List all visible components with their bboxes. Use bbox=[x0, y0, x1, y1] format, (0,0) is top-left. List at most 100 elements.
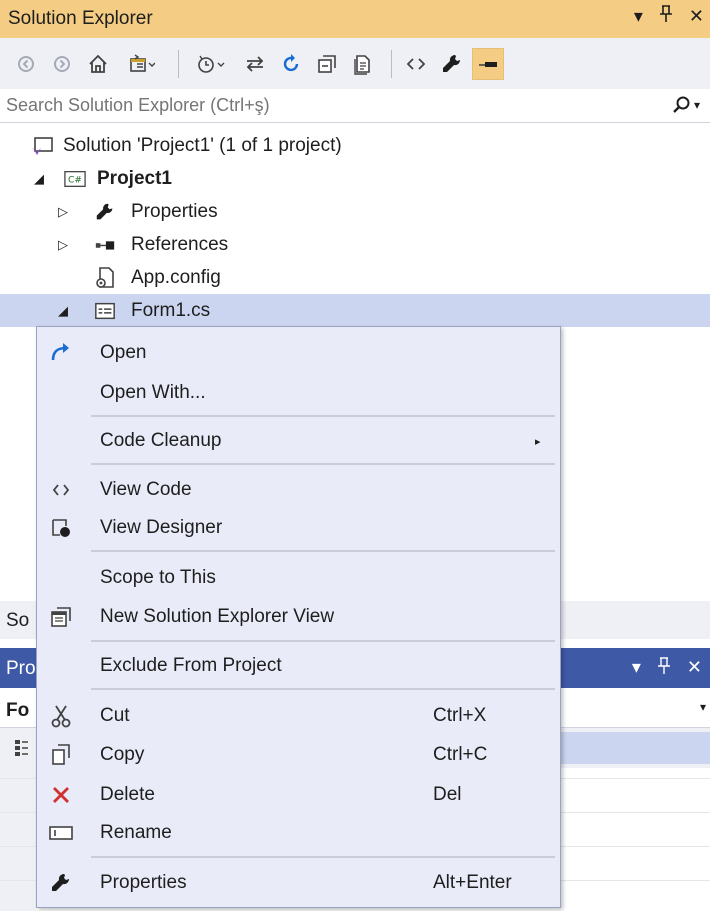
delete-x-icon bbox=[49, 783, 73, 807]
preview-icon bbox=[479, 61, 497, 67]
menu-item-copy[interactable]: Copy Ctrl+C bbox=[37, 736, 560, 774]
wrench-icon bbox=[49, 871, 73, 895]
collapse-all-icon bbox=[318, 54, 336, 73]
menu-item-label: Properties bbox=[100, 872, 187, 893]
rename-icon bbox=[49, 821, 73, 845]
menu-item-properties[interactable]: Properties Alt+Enter bbox=[37, 864, 560, 902]
menu-separator bbox=[91, 415, 555, 417]
open-arrow-icon bbox=[49, 341, 73, 365]
tree-item-properties[interactable]: ▷ Properties bbox=[0, 195, 710, 228]
panel-title: Solution Explorer bbox=[8, 8, 153, 29]
menu-item-shortcut: Ctrl+X bbox=[433, 705, 487, 726]
search-box: ▾ bbox=[0, 89, 710, 123]
switch-views-button[interactable] bbox=[118, 48, 166, 80]
auto-hide-pin-icon[interactable] bbox=[659, 5, 673, 28]
references-icon bbox=[94, 234, 116, 256]
menu-item-label: New Solution Explorer View bbox=[100, 606, 335, 627]
tree-item-solution[interactable]: Solution 'Project1' (1 of 1 project) bbox=[0, 129, 710, 162]
menu-item-label: Cut bbox=[100, 705, 130, 726]
close-icon[interactable]: ✕ bbox=[687, 657, 702, 680]
properties-grid-gutter bbox=[0, 768, 36, 911]
collapsed-arrow-icon[interactable]: ▷ bbox=[56, 237, 70, 252]
menu-item-view-designer[interactable]: View Designer bbox=[37, 509, 560, 547]
menu-item-label: Scope to This bbox=[100, 567, 216, 588]
window-position-dropdown-icon[interactable]: ▾ bbox=[634, 6, 643, 27]
categorized-icon[interactable] bbox=[14, 738, 34, 764]
chevron-down-icon[interactable]: ▾ bbox=[700, 700, 706, 714]
solution-explorer-titlebar: Solution Explorer ▾ ✕ bbox=[0, 0, 710, 38]
menu-item-scope-to-this[interactable]: Scope to This bbox=[37, 559, 560, 597]
sync-with-active-document-button[interactable] bbox=[239, 48, 271, 80]
scissors-icon bbox=[49, 704, 73, 728]
menu-separator bbox=[91, 550, 555, 552]
menu-item-cut[interactable]: Cut Ctrl+X bbox=[37, 697, 560, 735]
back-button[interactable] bbox=[10, 48, 42, 80]
menu-item-shortcut: Ctrl+C bbox=[433, 744, 488, 765]
wrench-icon bbox=[94, 201, 116, 223]
switch-views-icon bbox=[130, 53, 155, 72]
config-file-icon bbox=[94, 266, 116, 289]
menu-item-label: Open bbox=[100, 342, 147, 363]
properties-title: Pro bbox=[6, 658, 36, 679]
collapse-all-button[interactable] bbox=[311, 48, 343, 80]
menu-item-label: View Code bbox=[100, 479, 192, 500]
menu-item-rename[interactable]: Rename bbox=[37, 814, 560, 852]
show-all-files-button[interactable] bbox=[347, 48, 379, 80]
selected-object-name: Fo bbox=[6, 700, 30, 721]
pending-changes-filter-button[interactable] bbox=[187, 48, 235, 80]
toolbar-separator bbox=[178, 49, 179, 78]
wrench-icon bbox=[443, 54, 461, 72]
tree-item-label: References bbox=[131, 233, 229, 255]
menu-item-open[interactable]: Open bbox=[37, 334, 560, 372]
tree-item-label: Form1.cs bbox=[131, 299, 211, 321]
show-all-files-icon bbox=[354, 54, 370, 75]
menu-item-exclude-from-project[interactable]: Exclude From Project bbox=[37, 647, 560, 685]
close-icon[interactable]: ✕ bbox=[689, 6, 704, 27]
menu-item-open-with[interactable]: Open With... bbox=[37, 374, 560, 412]
menu-item-label: Code Cleanup bbox=[100, 430, 222, 451]
tree-item-form1-cs[interactable]: ◢ Form1.cs bbox=[0, 294, 710, 327]
menu-separator bbox=[91, 856, 555, 858]
home-button[interactable] bbox=[82, 48, 114, 80]
forward-button[interactable] bbox=[46, 48, 78, 80]
menu-item-view-code[interactable]: View Code bbox=[37, 471, 560, 509]
search-options[interactable]: ▾ bbox=[672, 95, 700, 115]
menu-separator bbox=[91, 640, 555, 642]
menu-item-shortcut: Alt+Enter bbox=[433, 872, 512, 893]
tree-item-label: Solution 'Project1' (1 of 1 project) bbox=[63, 134, 342, 156]
clock-filter-icon bbox=[198, 55, 225, 73]
expanded-arrow-icon[interactable]: ◢ bbox=[56, 303, 70, 318]
properties-toolbar-button[interactable] bbox=[436, 48, 468, 80]
window-position-dropdown-icon[interactable]: ▾ bbox=[632, 657, 641, 680]
menu-item-new-solution-explorer-view[interactable]: New Solution Explorer View bbox=[37, 598, 560, 636]
menu-item-label: View Designer bbox=[100, 517, 223, 538]
svg-text:C#: C# bbox=[68, 174, 82, 185]
new-view-icon bbox=[49, 605, 73, 629]
menu-item-delete[interactable]: Delete Del bbox=[37, 776, 560, 814]
search-icon bbox=[673, 96, 690, 113]
solution-icon bbox=[32, 135, 54, 157]
submenu-arrow-icon: ▸ bbox=[535, 435, 541, 448]
collapsed-arrow-icon[interactable]: ▷ bbox=[56, 204, 70, 219]
menu-separator bbox=[91, 688, 555, 690]
preview-selected-items-button[interactable] bbox=[472, 47, 504, 80]
search-input[interactable] bbox=[0, 90, 640, 121]
properties-toolbar-highlight bbox=[555, 732, 710, 764]
tab-label: So bbox=[6, 610, 30, 631]
tree-item-references[interactable]: ▷ References bbox=[0, 228, 710, 261]
auto-hide-pin-icon[interactable] bbox=[657, 657, 671, 680]
tree-item-label: App.config bbox=[131, 266, 221, 288]
view-code-toolbar-button[interactable] bbox=[400, 48, 432, 80]
menu-item-code-cleanup[interactable]: Code Cleanup ▸ bbox=[37, 422, 560, 460]
tree-item-app-config[interactable]: App.config bbox=[0, 261, 710, 294]
solution-explorer-toolbar bbox=[0, 38, 710, 89]
titlebar-controls: ▾ ✕ bbox=[634, 5, 704, 28]
menu-item-label: Exclude From Project bbox=[100, 655, 282, 676]
csharp-project-icon: C# bbox=[64, 168, 86, 190]
tree-item-project1[interactable]: ◢ C# Project1 bbox=[0, 162, 710, 195]
copy-icon bbox=[49, 743, 73, 767]
expanded-arrow-icon[interactable]: ◢ bbox=[32, 171, 46, 186]
menu-item-label: Delete bbox=[100, 784, 155, 805]
code-brackets-icon bbox=[406, 57, 426, 70]
refresh-button[interactable] bbox=[275, 48, 307, 80]
